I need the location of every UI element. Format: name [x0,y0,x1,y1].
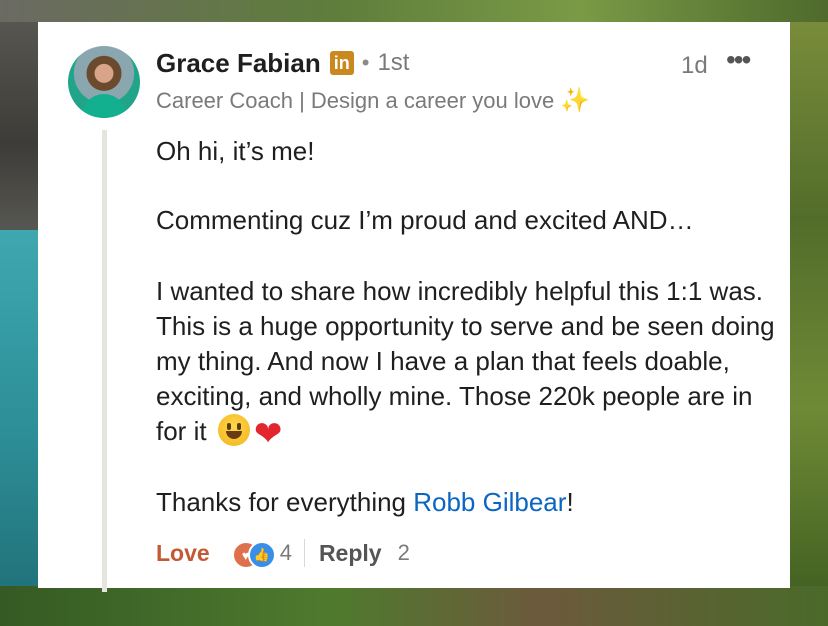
reaction-icons[interactable]: ♥ 👍 [231,540,276,569]
comment-actions: Love ♥ 👍 4 Reply 2 [156,535,410,571]
body-line-1: Oh hi, it’s me! [156,136,315,166]
separator-dot: • [361,50,370,75]
comment-timestamp: 1d [681,52,708,79]
thanks-suffix: ! [566,487,574,517]
body-paragraph-3: I wanted to share how incredibly helpful… [156,274,781,453]
body-line-2: Commenting cuz I’m proud and excited AND… [156,205,694,235]
reaction-count[interactable]: 4 [280,540,292,566]
author-row: Grace Fabian in • 1st [156,46,409,80]
avatar-shirt [82,94,126,118]
author-headline: Career Coach | Design a career you love … [156,86,590,115]
heart-emoji-icon: ❤ [253,415,283,453]
body-paragraph-3-text: I wanted to share how incredibly helpful… [156,276,775,446]
avatar[interactable] [68,46,140,118]
body-thanks: Thanks for everything Robb Gilbear! [156,485,781,520]
love-reaction-button[interactable]: Love [156,540,210,567]
comment-card: Grace Fabian in • 1st 1d ••• Career Coac… [38,22,790,592]
smiley-emoji-icon [217,414,250,446]
headline-text: Career Coach | Design a career you love [156,88,555,113]
mention-link[interactable]: Robb Gilbear [413,487,566,517]
action-divider [303,539,305,567]
more-options-icon[interactable]: ••• [726,44,751,76]
thumbs-up-icon: 👍 [247,541,276,569]
author-name[interactable]: Grace Fabian [156,48,321,79]
sparkles-icon: ✨ [560,87,591,114]
comment-body: Oh hi, it’s me! Commenting cuz I’m proud… [156,134,781,520]
connection-degree: 1st [377,49,410,76]
reply-count[interactable]: 2 [398,540,410,566]
linkedin-badge-icon: in [329,51,354,75]
thread-line [102,130,107,592]
reply-button[interactable]: Reply [319,540,382,567]
background-foliage-bottom [0,586,828,626]
background-foliage-top [0,0,828,22]
thanks-text: Thanks for everything [156,487,414,517]
